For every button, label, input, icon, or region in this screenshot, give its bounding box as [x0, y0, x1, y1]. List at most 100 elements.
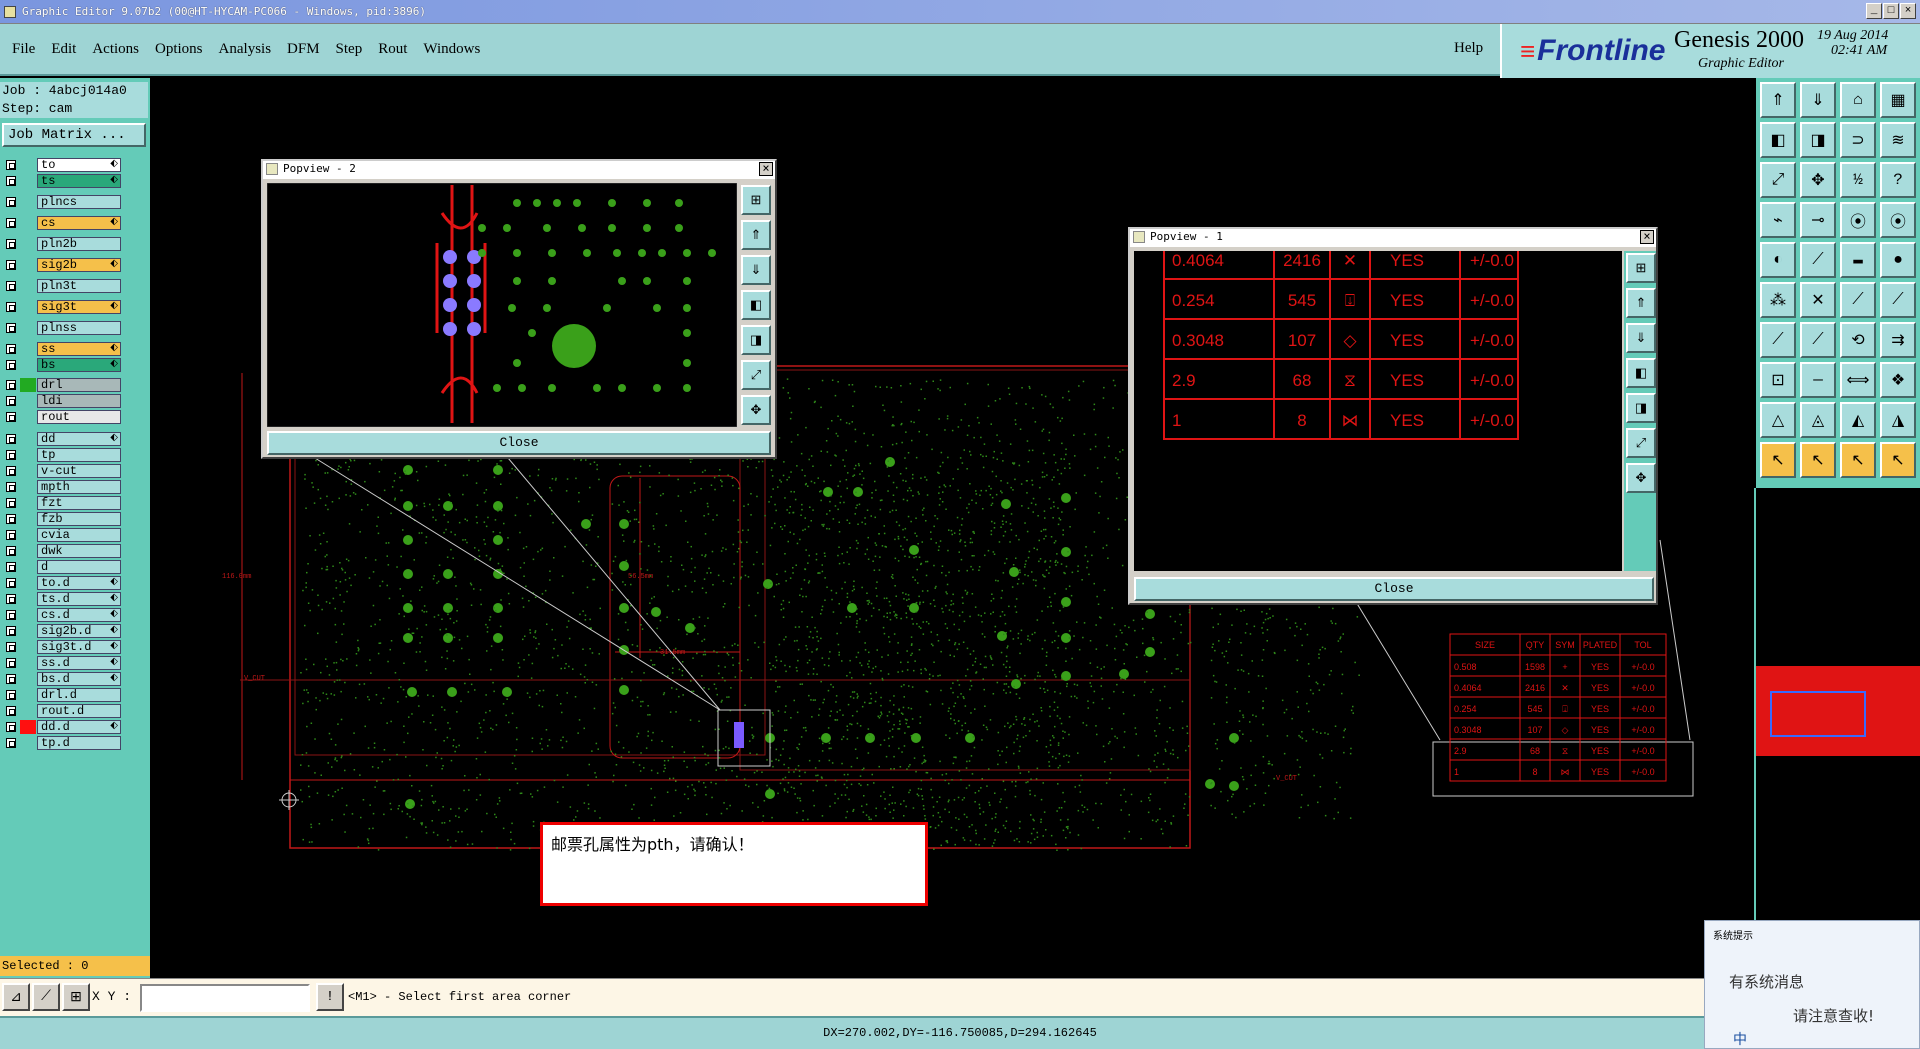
layer-checkbox[interactable]: [6, 344, 16, 354]
connect-icon[interactable]: ⟋: [1840, 282, 1876, 318]
layer-row-bs.d[interactable]: bs.d ⬖: [4, 672, 121, 686]
line2-icon[interactable]: ⟋: [1880, 282, 1916, 318]
layer-name[interactable]: sig2b.d ⬖: [37, 624, 121, 638]
close-window-button[interactable]: ×: [1900, 3, 1916, 19]
layer-checkbox[interactable]: [6, 578, 16, 588]
layer-checkbox[interactable]: [6, 396, 16, 406]
layer-name[interactable]: v-cut: [37, 464, 121, 478]
layer-row-ss.d[interactable]: ss.d ⬖: [4, 656, 121, 670]
layer-checkbox[interactable]: [6, 466, 16, 476]
layer-name[interactable]: cvia: [37, 528, 121, 542]
layer-name[interactable]: fzt: [37, 496, 121, 510]
help-icon[interactable]: ?: [1880, 162, 1916, 198]
layer-name[interactable]: sig2b ⬖: [37, 258, 121, 272]
grid-tool-icon[interactable]: ⊞: [62, 983, 90, 1011]
layer-name[interactable]: dd ⬖: [37, 432, 121, 446]
bus-icon[interactable]: ⇉: [1880, 322, 1916, 358]
layer-checkbox[interactable]: [6, 706, 16, 716]
layer-row-tp[interactable]: tp: [4, 448, 121, 462]
layer-name[interactable]: sig3t ⬖: [37, 300, 121, 314]
layer-name[interactable]: dwk: [37, 544, 121, 558]
open-top-icon[interactable]: ⇑: [1760, 82, 1796, 118]
layer-name[interactable]: ts.d ⬖: [37, 592, 121, 606]
xy-input[interactable]: [140, 984, 310, 1012]
layer-checkbox[interactable]: [6, 690, 16, 700]
layer-row-ts.d[interactable]: ts.d ⬖: [4, 592, 121, 606]
layer-checkbox[interactable]: [6, 546, 16, 556]
layer-checkbox[interactable]: [6, 239, 16, 249]
tri2-icon[interactable]: ◬: [1800, 402, 1836, 438]
layer-name[interactable]: dd.d ⬖: [37, 720, 121, 734]
menu-help[interactable]: Help: [1454, 40, 1483, 57]
menu-rout[interactable]: Rout: [370, 41, 415, 58]
layer-name[interactable]: sig3t.d ⬖: [37, 640, 121, 654]
layer-name[interactable]: tp.d: [37, 736, 121, 750]
popview1-tool-1-icon[interactable]: ⇑: [1626, 288, 1656, 318]
preview-viewport-box[interactable]: [1770, 691, 1866, 737]
tri1-icon[interactable]: △: [1760, 402, 1796, 438]
layer-row-dd[interactable]: dd ⬖: [4, 432, 121, 446]
layer-row-sig2b[interactable]: sig2b ⬖: [4, 258, 121, 272]
layer-name[interactable]: fzb: [37, 512, 121, 526]
popview1-tool-5-icon[interactable]: ⤢: [1626, 428, 1656, 458]
layer-row-drl.d[interactable]: drl.d: [4, 688, 121, 702]
layer-checkbox[interactable]: [6, 738, 16, 748]
arrows-icon[interactable]: ⟋: [1800, 322, 1836, 358]
layer-name[interactable]: ss ⬖: [37, 342, 121, 356]
maximize-button[interactable]: □: [1883, 3, 1899, 19]
pointer4-icon[interactable]: ↖: [1880, 442, 1916, 478]
arc-icon[interactable]: ⟲: [1840, 322, 1876, 358]
select-tool-icon[interactable]: ⊿: [2, 983, 30, 1011]
snap-icon[interactable]: ⊡: [1760, 362, 1796, 398]
layer-checkbox[interactable]: [6, 176, 16, 186]
layer-row-tp.d[interactable]: tp.d: [4, 736, 121, 750]
popview-1-close-icon[interactable]: ×: [1640, 230, 1654, 244]
popview2-tool-3-icon[interactable]: ◧: [741, 290, 771, 320]
layer-row-mpth[interactable]: mpth: [4, 480, 121, 494]
layer-row-bs[interactable]: bs ⬖: [4, 358, 121, 372]
layer-row-ss[interactable]: ss ⬖: [4, 342, 121, 356]
panel-left-icon[interactable]: ◧: [1760, 122, 1796, 158]
layer-row-plncs[interactable]: plncs: [4, 195, 121, 209]
popview-2-canvas[interactable]: [267, 183, 737, 427]
layer-row-dd.d[interactable]: dd.d ⬖: [4, 720, 121, 734]
layer-name[interactable]: rout.d: [37, 704, 121, 718]
tri4-icon[interactable]: ◮: [1880, 402, 1916, 438]
layer-row-fzb[interactable]: fzb: [4, 512, 121, 526]
measure-tool-icon[interactable]: ⟋: [32, 983, 60, 1011]
layer-name[interactable]: cs ⬖: [37, 216, 121, 230]
popview-2-close-icon[interactable]: ×: [759, 162, 773, 176]
layer-row-sig2b.d[interactable]: sig2b.d ⬖: [4, 624, 121, 638]
layer-row-pln3t[interactable]: pln3t: [4, 279, 121, 293]
layer-name[interactable]: bs.d ⬖: [37, 672, 121, 686]
menu-step[interactable]: Step: [328, 41, 371, 58]
popview2-tool-1-icon[interactable]: ⇑: [741, 220, 771, 250]
layer-checkbox[interactable]: [6, 380, 16, 390]
rotate-icon[interactable]: ⊃: [1840, 122, 1876, 158]
layer-checkbox[interactable]: [6, 610, 16, 620]
layer-name[interactable]: ts ⬖: [37, 174, 121, 188]
menu-analysis[interactable]: Analysis: [211, 41, 280, 58]
layer-row-plnss[interactable]: plnss: [4, 321, 121, 335]
popview2-tool-2-icon[interactable]: ⇓: [741, 255, 771, 285]
layer-row-cvia[interactable]: cvia: [4, 528, 121, 542]
via-icon[interactable]: ⦿: [1880, 202, 1916, 238]
scale-icon[interactable]: ½: [1840, 162, 1876, 198]
drill-icon[interactable]: ⦿: [1840, 202, 1876, 238]
pointer2-icon[interactable]: ↖: [1800, 442, 1836, 478]
cross-icon[interactable]: ✕: [1800, 282, 1836, 318]
popview2-tool-4-icon[interactable]: ◨: [741, 325, 771, 355]
ruler-icon[interactable]: ▬: [1840, 242, 1876, 278]
layer-checkbox[interactable]: [6, 626, 16, 636]
pointer3-icon[interactable]: ↖: [1840, 442, 1876, 478]
layer-checkbox[interactable]: [6, 218, 16, 228]
layer-checkbox[interactable]: [6, 450, 16, 460]
layer-row-cs.d[interactable]: cs.d ⬖: [4, 608, 121, 622]
popview1-tool-3-icon[interactable]: ◧: [1626, 358, 1656, 388]
layer-row-cs[interactable]: cs ⬖: [4, 216, 121, 230]
separator-icon[interactable]: —: [1800, 362, 1836, 398]
layer-checkbox[interactable]: [6, 281, 16, 291]
popview-1-close-button[interactable]: Close: [1134, 577, 1654, 601]
layer-checkbox[interactable]: [6, 530, 16, 540]
layer-row-rout.d[interactable]: rout.d: [4, 704, 121, 718]
